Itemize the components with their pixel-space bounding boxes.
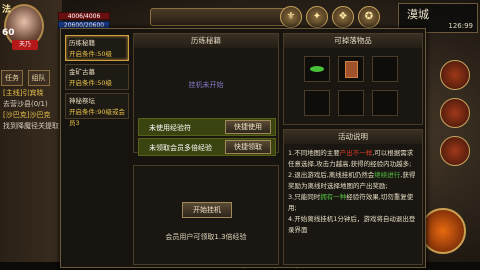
exp-charm-label: 未使用经验符 [149, 124, 191, 132]
clock: 126:99 [448, 22, 473, 30]
quest-item[interactable]: 找到降魔径关提取 [0, 121, 62, 132]
description-panel: 活动说明 1.不同地图的主要产出不一样,可以根据需求任意选择,攻击力越高,获得的… [283, 129, 423, 265]
hp-bar: 4006/4006 [58, 12, 110, 20]
event-icon[interactable]: ✪ [358, 6, 380, 28]
description-body: 1.不同地图的主要产出不一样,可以根据需求任意选择,攻击力越高,获得的经验内功越… [284, 144, 422, 240]
boss-icon[interactable] [440, 98, 470, 128]
tab-name: 神秘祭坛 [69, 97, 95, 105]
hang-panel: 开始挂机 会员用户可领取1.3倍经验 [133, 165, 279, 265]
quest-tab[interactable]: 任务 [1, 70, 23, 86]
vip-exp-label: 未领取会员多倍经验 [149, 144, 212, 152]
quest-item[interactable]: [主线]引宾晓 [0, 88, 62, 99]
quest-item[interactable]: 去营沙县(0/1) [0, 99, 62, 110]
team-tab[interactable]: 组队 [27, 70, 50, 86]
hang-status-hint: 挂机未开始 [188, 81, 224, 89]
tab-condition: 开启条件:50级 [69, 79, 112, 87]
drop-slot[interactable] [338, 56, 364, 82]
tab-mystic-altar[interactable]: 神秘祭坛 开启条件:90级或会员3 [65, 93, 129, 127]
attack-skill-button[interactable] [420, 208, 466, 254]
herb-icon [310, 66, 324, 72]
quick-claim-button[interactable]: 快捷领取 [225, 140, 271, 154]
tab-training-secrets[interactable]: 历练秘籍 开启条件:50级 [65, 35, 129, 61]
map-panel-title: 历练秘籍 [134, 34, 278, 48]
tab-name: 金矿古墓 [69, 68, 95, 76]
top-banner [150, 8, 290, 26]
activity-icon[interactable] [440, 60, 470, 90]
map-panel: 历练秘籍 挂机未开始 未使用经验符 快捷使用 未领取会员多倍经验 快捷领取 [133, 33, 279, 156]
rule-1: 1.不同地图的主要产出不一样,可以根据需求任意选择,攻击力越高,获得的经验内功越… [288, 149, 414, 168]
description-title: 活动说明 [284, 130, 422, 144]
drops-panel: 可掉落物品 [283, 33, 423, 125]
start-hang-button[interactable]: 开始挂机 [182, 202, 232, 218]
drop-slot[interactable] [372, 56, 398, 82]
tab-condition: 开启条件:50级 [69, 50, 112, 58]
rule-2: 2.退出游戏后,离线挂机仍然会继续进行,获得奖励为离线时选择地图的产出奖励; [288, 171, 416, 190]
top-icon-row: ⚜ ✦ ❖ ✪ [280, 6, 380, 28]
drop-slot[interactable] [304, 90, 330, 116]
drop-slot[interactable] [372, 90, 398, 116]
vip-exp-row: 未领取会员多倍经验 快捷领取 [138, 138, 276, 156]
quest-tracker: 任务 组队 [主线]引宾晓 去营沙县(0/1) [沙巴克]沙巴克 找到降魔径关提… [0, 68, 62, 132]
vip-note: 会员用户可领取1.3倍经验 [165, 233, 247, 241]
right-icon-column [440, 60, 476, 174]
rule-3: 3.只能同时拥有一种经验符效果,切勿重复使用; [288, 193, 414, 212]
tab-gold-tomb[interactable]: 金矿古墓 开启条件:50级 [65, 64, 129, 90]
drop-slot[interactable] [338, 90, 364, 116]
gift-icon[interactable]: ❖ [332, 6, 354, 28]
drop-slot[interactable] [304, 56, 330, 82]
chest-icon[interactable]: ✦ [306, 6, 328, 28]
drops-panel-title: 可掉落物品 [284, 34, 422, 48]
rule-4: 4.开始离线挂机1分钟后，游戏将自动退出登录界面 [288, 215, 416, 234]
map-name: 漠城 [407, 8, 429, 21]
tab-condition: 开启条件:90级或会员3 [69, 108, 125, 127]
class-char: 法 [2, 5, 12, 15]
castle-icon[interactable] [440, 136, 470, 166]
quest-item[interactable]: [沙巴克]沙巴克 [0, 110, 62, 121]
game-screen: 法 60 天乃 任务 组队 [主线]引宾晓 去营沙县(0/1) [沙巴克]沙巴克… [0, 0, 480, 270]
quick-use-button[interactable]: 快捷使用 [225, 120, 271, 134]
training-modal: 历练秘籍 开启条件:50级 金矿古墓 开启条件:50级 神秘祭坛 开启条件:90… [60, 28, 426, 268]
tab-name: 历练秘籍 [69, 39, 95, 47]
book-icon [345, 61, 358, 78]
map-tab-list: 历练秘籍 开启条件:50级 金矿古墓 开启条件:50级 神秘祭坛 开启条件:90… [65, 35, 129, 127]
player-name: 天乃 [12, 40, 38, 50]
left-hud: 法 60 天乃 任务 组队 [主线]引宾晓 去营沙县(0/1) [沙巴克]沙巴克… [0, 0, 62, 270]
shop-icon[interactable]: ⚜ [280, 6, 302, 28]
exp-charm-row: 未使用经验符 快捷使用 [138, 118, 276, 136]
